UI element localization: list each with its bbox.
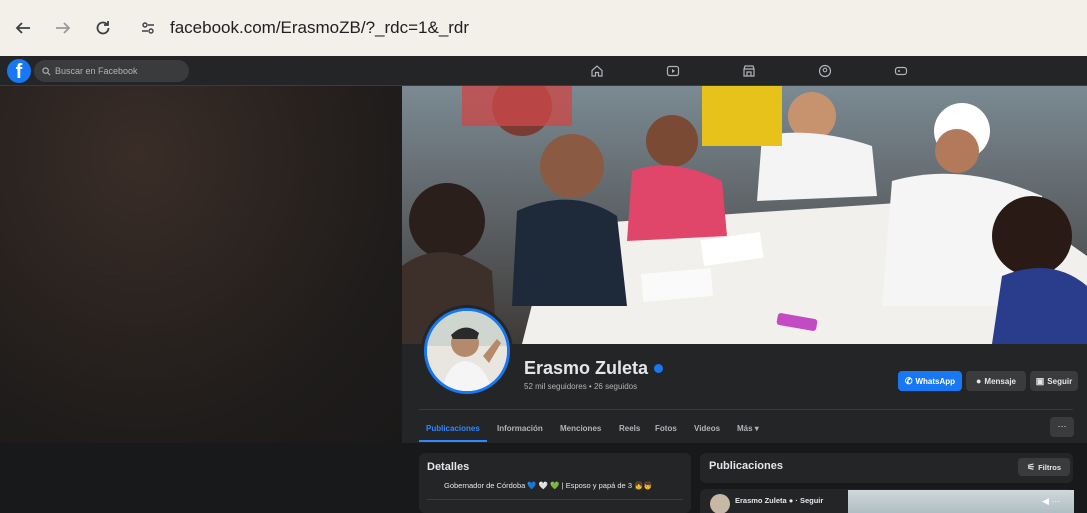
whatsapp-label: WhatsApp	[915, 376, 956, 386]
back-button[interactable]	[6, 11, 40, 45]
active-tab-indicator	[419, 440, 487, 442]
lower-left-background	[0, 443, 402, 513]
groups-icon[interactable]	[816, 62, 834, 80]
address-bar[interactable]: facebook.com/ErasmoZB/?_rdc=1&_rdr	[134, 9, 469, 47]
tab-mas[interactable]: Más ▾	[737, 424, 759, 433]
filters-button[interactable]: ⚟ Filtros	[1018, 458, 1070, 476]
follow-icon: ▣	[1035, 375, 1045, 386]
follow-button[interactable]: ▣ Seguir	[1030, 371, 1078, 391]
arrow-right-icon	[56, 22, 71, 34]
tab-fotos[interactable]: Fotos	[655, 424, 677, 433]
tab-informacion[interactable]: Información	[497, 424, 543, 433]
post-author-avatar[interactable]	[710, 494, 730, 513]
site-info-button[interactable]	[134, 14, 162, 42]
profile-name: Erasmo Zuleta	[524, 358, 664, 379]
post-media[interactable]	[848, 490, 1074, 513]
more-options-button[interactable]: ···	[1050, 417, 1074, 437]
profile-name-text: Erasmo Zuleta	[524, 358, 649, 378]
facebook-header: f Buscar en Facebook	[0, 56, 1087, 86]
details-title: Detalles	[427, 461, 470, 473]
tab-publicaciones[interactable]: Publicaciones	[426, 424, 480, 433]
tab-videos[interactable]: Videos	[694, 424, 720, 433]
page: facebook.com/ErasmoZB/?_rdc=1&_rdr f Bus…	[0, 0, 1087, 513]
video-icon[interactable]	[664, 62, 682, 80]
url-text[interactable]: facebook.com/ErasmoZB/?_rdc=1&_rdr	[170, 18, 469, 38]
search-input[interactable]: Buscar en Facebook	[34, 60, 189, 82]
messenger-icon: ●	[975, 376, 982, 386]
follow-label: Seguir	[1047, 376, 1073, 386]
cover-photo[interactable]	[402, 86, 1087, 344]
reload-icon	[96, 21, 110, 35]
post-author[interactable]: Erasmo Zuleta ● · Seguir	[735, 496, 823, 505]
search-icon	[42, 66, 51, 75]
browser-toolbar: facebook.com/ErasmoZB/?_rdc=1&_rdr	[0, 0, 1087, 56]
tab-menciones[interactable]: Menciones	[560, 424, 601, 433]
verified-badge-icon	[654, 364, 664, 373]
message-label: Mensaje	[984, 376, 1016, 386]
post-volume-icon[interactable]: ◀ ···	[1042, 496, 1060, 507]
profile-stats[interactable]: 52 mil seguidores • 26 seguidos	[524, 382, 637, 391]
filter-icon: ⚟	[1027, 461, 1036, 472]
tab-reels[interactable]: Reels	[619, 424, 640, 433]
reload-button[interactable]	[86, 11, 120, 45]
facebook-logo[interactable]: f	[7, 59, 31, 83]
home-icon[interactable]	[588, 62, 606, 80]
header-divider	[419, 409, 1073, 410]
avatar	[424, 308, 510, 394]
marketplace-icon[interactable]	[740, 62, 758, 80]
profile-picture[interactable]	[421, 305, 513, 397]
bio-text: Gobernador de Córdoba 💙 🤍 💚 | Esposo y p…	[444, 481, 653, 490]
whatsapp-button[interactable]: ✆ WhatsApp	[898, 371, 962, 391]
search-placeholder: Buscar en Facebook	[55, 66, 138, 76]
gaming-icon[interactable]	[892, 62, 910, 80]
whatsapp-icon: ✆	[904, 375, 913, 386]
arrow-left-icon	[15, 22, 30, 34]
message-button[interactable]: ● Mensaje	[966, 371, 1026, 391]
filters-label: Filtros	[1038, 462, 1061, 472]
details-divider	[427, 499, 683, 500]
posts-title: Publicaciones	[709, 460, 783, 472]
page-background	[0, 86, 402, 443]
tune-icon	[142, 22, 154, 34]
forward-button[interactable]	[46, 11, 80, 45]
